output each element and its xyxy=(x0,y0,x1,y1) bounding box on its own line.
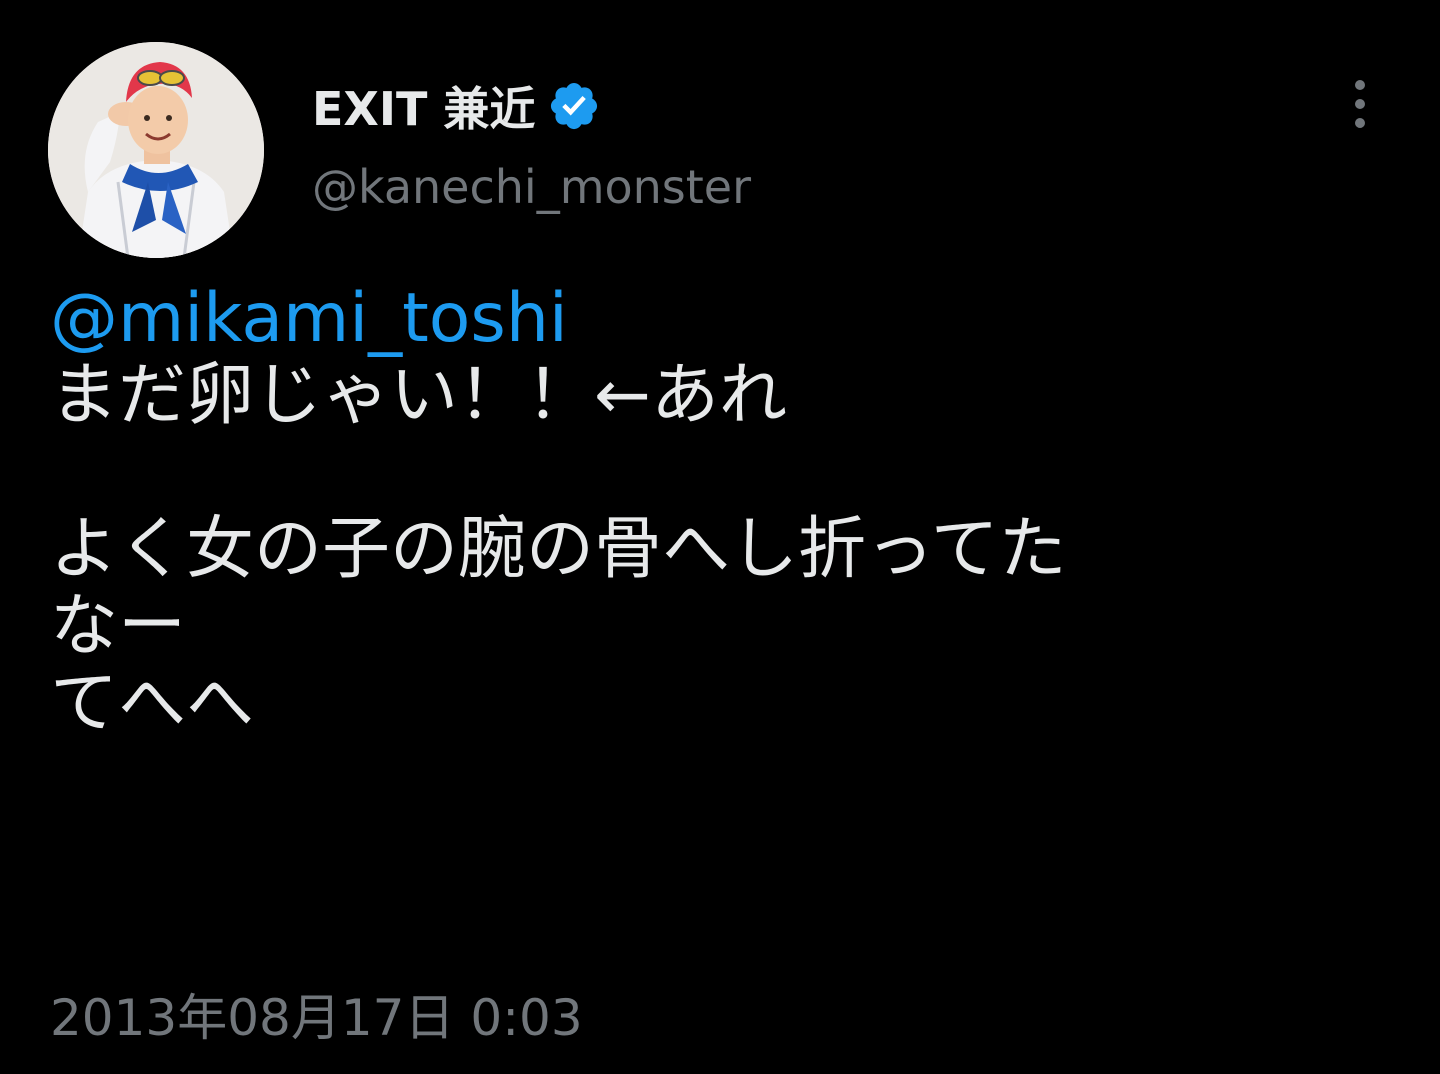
tweet-text-line: てへへ xyxy=(50,664,255,743)
more-vertical-icon-dot xyxy=(1355,118,1365,128)
tweet-text-line: なー xyxy=(50,587,187,666)
tweet-text: @mikami_toshi まだ卵じゃい！！←あれ よく女の子の腕の骨へし折って… xyxy=(50,280,1400,742)
avatar[interactable] xyxy=(48,42,264,258)
display-name-row[interactable]: EXIT 兼近 xyxy=(312,76,601,136)
verified-badge-icon[interactable] xyxy=(547,79,601,133)
tweet-timestamp[interactable]: 2013年08月17日 0:03 xyxy=(50,978,583,1050)
more-vertical-icon-dot xyxy=(1355,99,1365,109)
tweet-text-line: まだ卵じゃい！！←あれ xyxy=(50,356,787,435)
avatar-image xyxy=(48,42,264,258)
user-handle[interactable]: @kanechi_monster xyxy=(312,160,751,214)
tweet-card: EXIT 兼近 @kanechi_monster @mikami_toshi ま… xyxy=(0,0,1440,1074)
display-name[interactable]: EXIT 兼近 xyxy=(312,73,535,139)
more-options-button[interactable] xyxy=(1338,76,1382,132)
more-vertical-icon xyxy=(1355,80,1365,90)
tweet-text-line: よく女の子の腕の骨へし折ってた xyxy=(50,510,1067,589)
mention-link[interactable]: @mikami_toshi xyxy=(50,280,1400,357)
